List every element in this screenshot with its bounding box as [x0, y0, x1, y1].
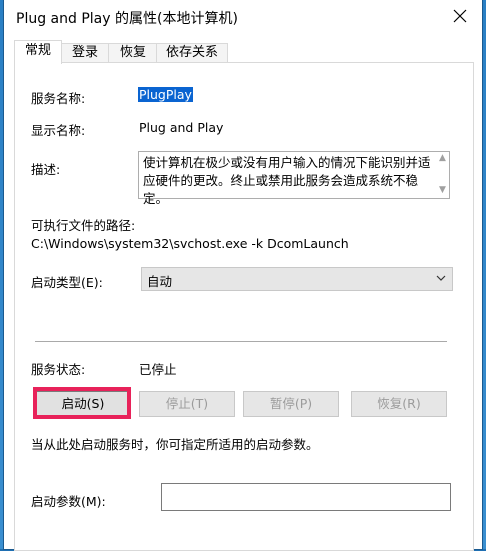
tab-logon[interactable]: 登录 [60, 43, 110, 63]
tab-dependencies[interactable]: 依存关系 [156, 43, 228, 63]
start-params-label: 启动参数(M): [31, 494, 106, 509]
description-scrollbar[interactable]: ▲ ▼ [436, 152, 449, 198]
tab-label: 恢复 [119, 45, 146, 60]
properties-dialog: Plug and Play 的属性(本地计算机) 常规 登录 恢复 依存关系 服… [4, 0, 482, 551]
status-label: 服务状态: [31, 362, 86, 377]
description-box[interactable]: 使计算机在极少或没有用户输入的情况下能识别并适应硬件的更改。终止或禁用此服务会造… [138, 151, 450, 206]
startup-type-value: 自动 [147, 274, 173, 289]
desktop-edge-right [482, 0, 486, 549]
general-panel: 服务名称: PlugPlay 显示名称: Plug and Play 描述: 使… [14, 62, 474, 551]
path-label: 可执行文件的路径: [31, 218, 136, 233]
service-name-label: 服务名称: [31, 91, 86, 106]
display-name-label: 显示名称: [31, 123, 86, 138]
start-params-input[interactable] [161, 483, 451, 511]
close-icon [453, 9, 467, 23]
highlight-frame [33, 387, 131, 419]
chevron-down-icon [436, 275, 446, 281]
startup-type-label: 启动类型(E): [31, 275, 103, 290]
tab-general[interactable]: 常规 [14, 40, 62, 64]
display-name-value[interactable]: Plug and Play [139, 120, 223, 135]
startup-type-select[interactable]: 自动 [141, 267, 453, 291]
scroll-down-icon[interactable]: ▼ [438, 186, 447, 195]
tab-recovery[interactable]: 恢复 [108, 43, 158, 63]
pause-button[interactable]: 暂停(P) [243, 391, 339, 417]
start-params-hint: 当从此处启动服务时，你可指定所适用的启动参数。 [31, 437, 319, 452]
title-bar: Plug and Play 的属性(本地计算机) [4, 0, 482, 34]
window-title: Plug and Play 的属性(本地计算机) [16, 11, 238, 27]
close-button[interactable] [438, 0, 482, 32]
description-label: 描述: [31, 162, 61, 177]
tab-label: 登录 [71, 45, 98, 60]
service-name-value[interactable]: PlugPlay [138, 87, 193, 102]
tab-label: 依存关系 [165, 45, 218, 60]
path-value[interactable]: C:\Windows\system32\svchost.exe -k DcomL… [31, 236, 349, 251]
status-value: 已停止 [139, 362, 177, 377]
stop-button[interactable]: 停止(T) [139, 391, 235, 417]
resume-button[interactable]: 恢复(R) [351, 391, 447, 417]
scroll-up-icon[interactable]: ▲ [438, 154, 447, 163]
tab-label: 常规 [24, 43, 51, 58]
description-text: 使计算机在极少或没有用户输入的情况下能识别并适应硬件的更改。终止或禁用此服务会造… [143, 155, 431, 206]
divider [35, 341, 447, 342]
